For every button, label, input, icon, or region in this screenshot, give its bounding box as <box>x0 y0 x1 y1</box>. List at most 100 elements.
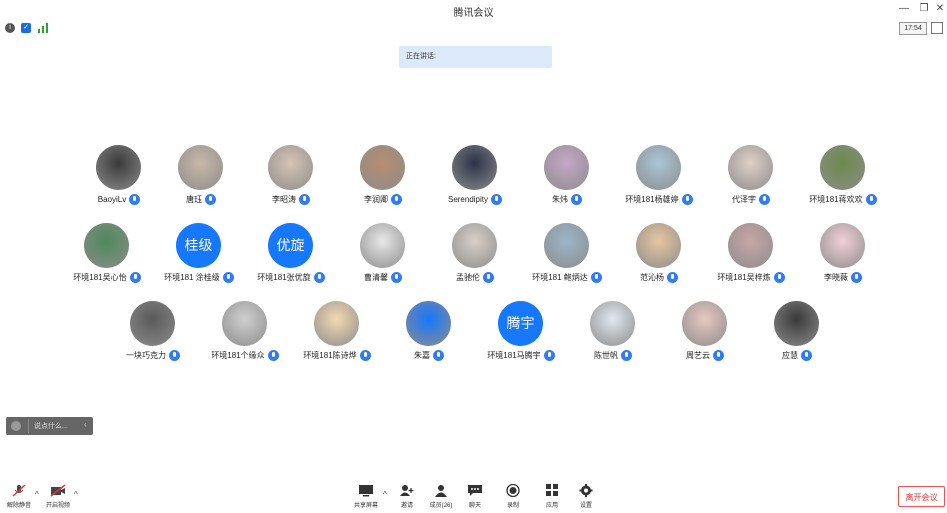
unmute-button[interactable]: 解除静音 <box>3 484 35 509</box>
invite-label: 邀请 <box>400 503 413 509</box>
video-off-icon <box>50 484 66 497</box>
audio-options-caret-icon[interactable]: ^ <box>35 490 39 499</box>
participant-name: 一块巧克力 <box>126 350 166 360</box>
start-video-button[interactable]: 开启视频 <box>42 484 74 509</box>
settings-label: 设置 <box>579 503 592 509</box>
chat-label: 聊天 <box>468 503 481 509</box>
participant-name: 环境181马腾宇 <box>487 350 541 360</box>
participant-avatar <box>590 301 635 346</box>
mic-icon <box>759 193 770 205</box>
share-screen-label: 共享屏幕 <box>353 503 378 509</box>
participant-name: 应慧 <box>782 350 798 360</box>
mic-icon <box>571 193 582 205</box>
unmute-label: 解除静音 <box>6 503 31 509</box>
mic-icon <box>801 349 812 361</box>
shield-icon[interactable]: ✓ <box>21 23 31 33</box>
participant-name: 环境181蒋欢欢 <box>809 194 863 204</box>
participant-avatar <box>268 145 313 190</box>
participant-avatar <box>728 145 773 190</box>
participant-name: Serendipity <box>447 194 489 204</box>
participant-name: 环境181张优旋 <box>257 272 311 282</box>
participant-avatar <box>774 301 819 346</box>
title-bar: 腾讯会议 — ❐ ✕ <box>0 0 947 20</box>
mic-icon <box>205 193 216 205</box>
info-icon[interactable]: i <box>5 23 15 33</box>
members-icon <box>433 484 449 497</box>
participant-avatar <box>178 145 223 190</box>
invite-button[interactable]: 邀请 <box>395 484 419 509</box>
participant-name: 曹清馨 <box>364 272 388 282</box>
apps-button[interactable]: 应用 <box>540 484 564 509</box>
participant-avatar <box>84 223 129 268</box>
chat-icon <box>467 484 483 497</box>
mic-icon <box>169 349 180 361</box>
participant-name: 环境181杨雄婷 <box>625 194 679 204</box>
participant-name: 陈世帆 <box>594 350 618 360</box>
participant-name: 李润卿 <box>364 194 388 204</box>
participant-avatar <box>636 223 681 268</box>
participant-name-line: 李晓薇 <box>783 271 903 283</box>
gear-icon <box>578 484 594 497</box>
close-icon[interactable]: ✕ <box>933 2 947 16</box>
apps-label: 应用 <box>545 503 558 509</box>
participant-name: 唐珏 <box>186 194 202 204</box>
participant-avatar <box>360 223 405 268</box>
participant-name: 环境181吴心怡 <box>73 272 127 282</box>
restore-icon[interactable]: ❐ <box>917 2 931 16</box>
fullscreen-icon[interactable] <box>931 22 943 34</box>
mic-icon <box>483 271 494 283</box>
minimize-icon[interactable]: — <box>897 2 911 16</box>
mic-icon <box>851 271 862 283</box>
mic-icon <box>667 271 678 283</box>
invite-icon <box>399 484 415 497</box>
video-options-caret-icon[interactable]: ^ <box>74 490 78 499</box>
meeting-time: 17:54 <box>899 22 927 35</box>
participant-name: 环境181 鲍炳达 <box>532 272 588 282</box>
chat-toast[interactable]: 说点什么... ‹ <box>6 417 93 435</box>
leave-meeting-button[interactable]: 离开会议 <box>898 486 945 507</box>
participant-avatar <box>820 223 865 268</box>
participant-avatar <box>222 301 267 346</box>
window-title: 腾讯会议 <box>453 8 494 19</box>
share-screen-button[interactable]: 共享屏幕 <box>351 484 381 509</box>
participant-name: 环境181个缘众 <box>211 350 265 360</box>
record-button[interactable]: 录制 <box>501 483 525 509</box>
participant-tile[interactable]: 环境181蒋欢欢 <box>798 145 888 215</box>
mic-icon <box>299 193 310 205</box>
participant-name: 孟驰伦 <box>456 272 480 282</box>
participant-name: 朱嘉 <box>414 350 430 360</box>
participant-name: BaoyiLv <box>97 194 127 204</box>
chat-toast-text: 说点什么... <box>34 423 68 430</box>
participant-tile[interactable]: 李晓薇 <box>798 223 888 293</box>
status-bar: i ✓ 17:54 <box>0 20 947 36</box>
participant-name: 环境181陈诗烨 <box>303 350 357 360</box>
participant-avatar <box>314 301 359 346</box>
chat-button[interactable]: 聊天 <box>463 484 487 509</box>
settings-button[interactable]: 设置 <box>574 484 598 509</box>
record-label: 录制 <box>506 503 519 509</box>
participant-avatar <box>452 145 497 190</box>
bottom-toolbar: 解除静音 ^ 开启视频 ^ 共享屏幕 ^ 邀请 成员(26) 聊天 录制 应用 … <box>0 480 947 513</box>
mic-icon <box>713 349 724 361</box>
participant-name-line: 应慧 <box>737 349 857 361</box>
muted-mic-icon <box>11 484 27 497</box>
participant-name-line: 环境181蒋欢欢 <box>783 193 903 205</box>
share-options-caret-icon[interactable]: ^ <box>383 490 387 499</box>
participant-tile[interactable]: 应慧 <box>752 301 842 371</box>
apps-icon <box>544 484 560 497</box>
participant-name: 代泽宇 <box>732 194 756 204</box>
participant-name: 李昭涛 <box>272 194 296 204</box>
mic-icon <box>391 271 402 283</box>
mic-icon <box>865 193 877 205</box>
participant-avatar <box>544 223 589 268</box>
chevron-left-icon[interactable]: ‹ <box>84 420 87 429</box>
participant-name: 李晓薇 <box>824 272 848 282</box>
signal-icon[interactable] <box>38 23 48 33</box>
participant-name: 周艺云 <box>686 350 710 360</box>
members-button[interactable]: 成员(26) <box>426 484 456 509</box>
mic-icon <box>129 193 141 205</box>
start-video-label: 开启视频 <box>45 503 70 509</box>
participant-avatar <box>636 145 681 190</box>
speaking-indicator: 正在讲话: <box>399 46 552 68</box>
mic-icon <box>391 193 402 205</box>
